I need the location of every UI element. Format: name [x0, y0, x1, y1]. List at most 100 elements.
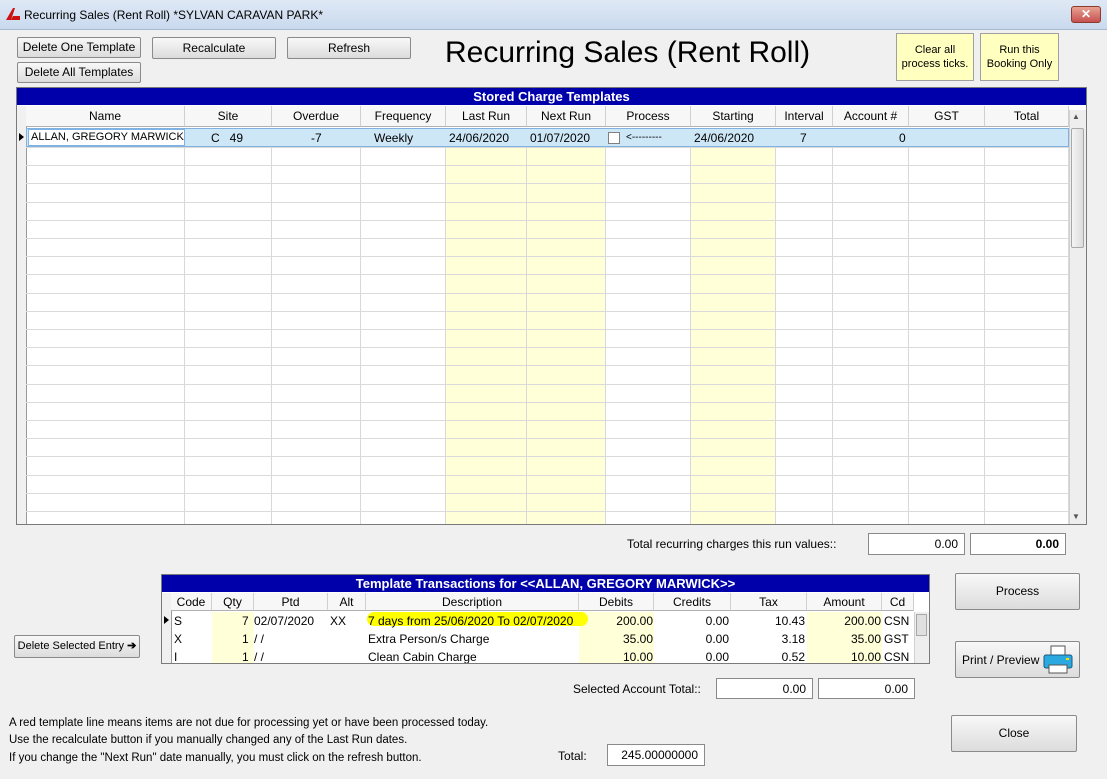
cell-process: <--------- [626, 132, 662, 143]
tcol-credits[interactable]: Credits [654, 593, 731, 611]
app-icon [6, 8, 20, 20]
arrow-right-icon: ➔ [127, 640, 137, 652]
grid-row-line [26, 329, 1069, 330]
entry-debits: 35.00 [622, 632, 653, 646]
printer-icon [1043, 645, 1073, 674]
tcol-debits[interactable]: Debits [579, 593, 654, 611]
tcol-code[interactable]: Code [171, 593, 212, 611]
transactions-grid[interactable]: Template Transactions for <<ALLAN, GREGO… [161, 574, 930, 664]
entry-credits: 0.00 [705, 632, 729, 646]
run-booking-only-button[interactable]: Run this Booking Only [980, 33, 1059, 81]
entry-alt: XX [330, 614, 347, 628]
tcol-amount[interactable]: Amount [807, 593, 882, 611]
transactions-scrollbar[interactable] [914, 612, 929, 663]
col-header-total[interactable]: Total [985, 106, 1069, 127]
grid-row-line [26, 311, 1069, 312]
col-header-name[interactable]: Name [26, 106, 185, 127]
process-button[interactable]: Process [955, 573, 1080, 610]
grid-row-line [26, 384, 1069, 385]
grid-row-line [26, 147, 1069, 148]
grid-row-line [26, 438, 1069, 439]
grid-row-line [26, 256, 1069, 257]
col-header-frequency[interactable]: Frequency [361, 106, 446, 127]
scroll-down-icon[interactable]: ▼ [1072, 512, 1080, 521]
tcol-description[interactable]: Description [366, 593, 579, 611]
col-header-site[interactable]: Site [185, 106, 272, 127]
refresh-button[interactable]: Refresh [287, 37, 411, 59]
delete-all-templates-button[interactable]: Delete All Templates [17, 62, 141, 83]
templates-banner: Stored Charge Templates [17, 88, 1086, 105]
templates-grid[interactable]: Stored Charge Templates Name Site Overdu… [16, 87, 1087, 525]
transactions-scroll-thumb[interactable] [916, 614, 927, 636]
window-title: Recurring Sales (Rent Roll) *SYLVAN CARA… [24, 8, 323, 22]
tcol-cd[interactable]: Cd [882, 593, 914, 611]
col-header-next-run[interactable]: Next Run [527, 106, 606, 127]
col-header-starting[interactable]: Starting [691, 106, 776, 127]
cell-overdue: -7 [311, 131, 322, 145]
tcol-tax[interactable]: Tax [731, 593, 807, 611]
list-item[interactable]: S 7 02/07/2020 XX 7 days from 25/06/2020… [162, 612, 914, 630]
grid-row-line [26, 202, 1069, 203]
tcol-qty[interactable]: Qty [212, 593, 254, 611]
grid-row-line [26, 165, 1069, 166]
delete-one-template-button[interactable]: Delete One Template [17, 37, 141, 58]
delete-selected-entry-label: Delete Selected Entry [17, 640, 125, 652]
page-heading: Recurring Sales (Rent Roll) [445, 36, 811, 69]
entry-debits: 10.00 [622, 650, 653, 664]
entry-debits: 200.00 [616, 614, 653, 628]
entry-description: Clean Cabin Charge [368, 650, 477, 664]
col-header-account[interactable]: Account # [833, 106, 909, 127]
selected-total-field-2[interactable]: 0.00 [818, 678, 915, 699]
grid-row-line [26, 293, 1069, 294]
grid-row-line [26, 365, 1069, 366]
cell-interval: 7 [800, 131, 807, 145]
list-item[interactable]: X 1 / / Extra Person/s Charge 35.00 0.00… [162, 630, 914, 648]
entry-amount: 10.00 [850, 650, 881, 664]
total-label: Total: [558, 749, 587, 763]
title-bar: Recurring Sales (Rent Roll) *SYLVAN CARA… [0, 0, 1107, 30]
tcol-ptd[interactable]: Ptd [254, 593, 328, 611]
col-header-last-run[interactable]: Last Run [446, 106, 527, 127]
transactions-banner: Template Transactions for <<ALLAN, GREGO… [162, 575, 929, 592]
print-preview-button[interactable]: Print / Preview [955, 641, 1080, 678]
grid-row-line [26, 238, 1069, 239]
delete-selected-entry-button[interactable]: Delete Selected Entry ➔ [14, 635, 140, 658]
clear-process-ticks-button[interactable]: Clear all process ticks. [896, 33, 974, 81]
col-header-gst[interactable]: GST [909, 106, 985, 127]
cell-site: C 49 [211, 131, 244, 145]
grid-row-line [26, 347, 1069, 348]
col-header-overdue[interactable]: Overdue [272, 106, 361, 127]
entry-tax: 0.52 [781, 650, 805, 664]
grid-row-line [26, 456, 1069, 457]
recurring-total-field-1[interactable]: 0.00 [868, 533, 965, 555]
list-item[interactable]: I 1 / / Clean Cabin Charge 10.00 0.00 0.… [162, 648, 914, 664]
total-field[interactable]: 245.00000000 [607, 744, 705, 766]
cell-starting: 24/06/2020 [694, 131, 755, 145]
scrollbar-thumb[interactable] [1071, 128, 1084, 248]
entry-qty: 1 [242, 632, 249, 646]
recurring-total-field-2[interactable]: 0.00 [970, 533, 1066, 555]
scroll-up-icon[interactable]: ▲ [1072, 112, 1080, 121]
close-button[interactable]: Close [951, 715, 1077, 752]
entry-qty: 7 [242, 614, 249, 628]
process-checkbox[interactable] [608, 132, 620, 144]
recurring-total-label: Total recurring charges this run values:… [627, 537, 837, 551]
entry-ptd: 02/07/2020 [254, 614, 315, 628]
grid-row-line [26, 475, 1069, 476]
entry-tax: 3.18 [781, 632, 805, 646]
entry-amount: 200.00 [844, 614, 881, 628]
entry-cd: CSN [884, 614, 910, 628]
entry-qty: 1 [242, 650, 249, 664]
entry-description: 7 days from 25/06/2020 To 02/07/2020 [368, 614, 574, 628]
col-header-process[interactable]: Process [606, 106, 691, 127]
cell-next-run: 01/07/2020 [530, 131, 591, 145]
recalculate-button[interactable]: Recalculate [152, 37, 276, 59]
col-header-interval[interactable]: Interval [776, 106, 833, 127]
window-close-button[interactable]: ✕ [1071, 6, 1101, 23]
selected-total-field-1[interactable]: 0.00 [716, 678, 813, 699]
entry-code: X [174, 632, 183, 646]
print-preview-label: Print / Preview [962, 653, 1040, 667]
entry-description: Extra Person/s Charge [368, 632, 490, 646]
tcol-alt[interactable]: Alt [328, 593, 366, 611]
cell-name: ALLAN, GREGORY MARWICK [31, 131, 184, 143]
